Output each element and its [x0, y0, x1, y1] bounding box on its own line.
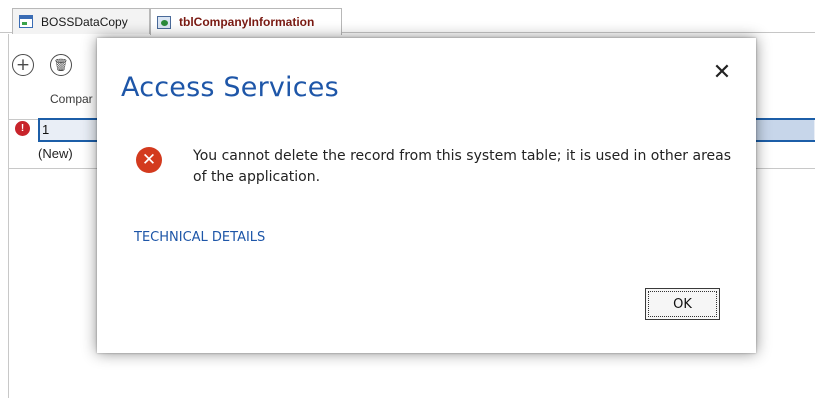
error-message: You cannot delete the record from this s… [193, 148, 732, 185]
plus-icon: + [15, 55, 31, 75]
new-record-row[interactable]: (New) [38, 146, 73, 161]
tab-label: BOSSDataCopy [41, 14, 128, 29]
document-tab-strip: BOSSDataCopy tblCompanyInformation [0, 0, 815, 35]
focus-rectangle [648, 291, 717, 317]
error-icon: ✕ [136, 147, 162, 173]
dialog-title: Access Services [121, 72, 339, 103]
table-icon [157, 15, 171, 29]
row-error-icon: ! [15, 121, 30, 136]
form-icon [19, 15, 33, 28]
error-dialog: Access Services ✕ ✕ You cannot delete th… [97, 38, 756, 353]
ok-button[interactable]: OK [645, 288, 720, 320]
tab-label: tblCompanyInformation [179, 15, 315, 29]
close-icon[interactable]: ✕ [711, 60, 733, 85]
add-record-button[interactable]: + [12, 54, 34, 76]
technical-details-link[interactable]: TECHNICAL DETAILS [134, 230, 265, 245]
tab-tblcompanyinformation[interactable]: tblCompanyInformation [150, 8, 342, 35]
delete-record-button[interactable]: 🗑 [50, 54, 72, 76]
tab-bossdatacopy[interactable]: BOSSDataCopy [12, 8, 150, 34]
column-header[interactable]: Compar [50, 92, 93, 106]
cell-value: 1 [42, 122, 50, 137]
trash-icon: 🗑 [53, 58, 69, 72]
